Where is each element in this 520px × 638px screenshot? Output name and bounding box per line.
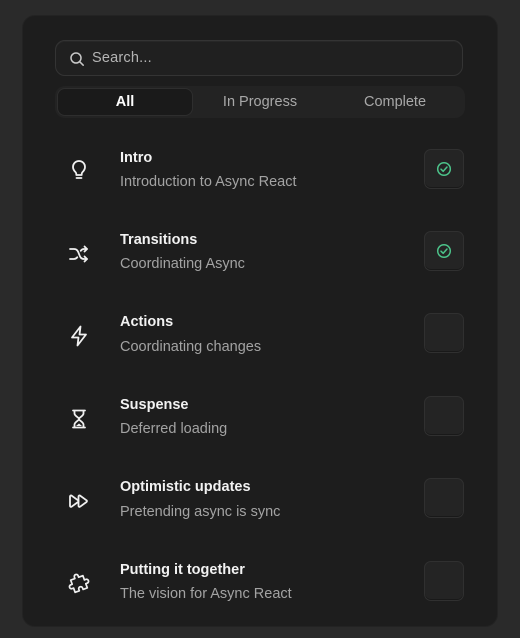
check-circle-icon: [436, 243, 452, 259]
lesson-panel: Search... All In Progress Complete Intro…: [23, 16, 497, 626]
tab-in-progress[interactable]: In Progress: [192, 88, 328, 116]
lesson-subtitle: Deferred loading: [120, 421, 228, 437]
complete-checkbox[interactable]: [424, 478, 464, 518]
shuffle-icon: [69, 245, 88, 263]
lesson-subtitle: Introduction to Async React: [120, 174, 297, 190]
complete-checkbox[interactable]: [424, 313, 464, 353]
lesson-title: Putting it together: [120, 562, 245, 578]
search-input[interactable]: Search...: [92, 50, 152, 66]
check-circle-icon: [436, 161, 452, 177]
lesson-title: Actions: [120, 314, 174, 330]
lesson-subtitle: Coordinating Async: [120, 256, 245, 272]
search-box[interactable]: Search...: [55, 40, 463, 76]
filter-tabs: All In Progress Complete: [55, 86, 465, 118]
complete-checkbox[interactable]: [424, 396, 464, 436]
lesson-title: Transitions: [120, 232, 198, 248]
complete-checkbox[interactable]: [424, 561, 464, 601]
tab-complete[interactable]: Complete: [327, 88, 463, 116]
lesson-subtitle: Coordinating changes: [120, 339, 262, 355]
complete-checkbox[interactable]: [424, 231, 464, 271]
search-icon: [70, 52, 84, 66]
lesson-title: Optimistic updates: [120, 479, 251, 495]
lesson-title: Suspense: [120, 397, 189, 413]
fast-forward-icon: [69, 494, 88, 508]
lightbulb-icon: [72, 160, 86, 179]
complete-checkbox[interactable]: [424, 149, 464, 189]
lesson-subtitle: The vision for Async React: [120, 586, 292, 602]
lesson-title: Intro: [120, 150, 153, 166]
hourglass-icon: [72, 409, 86, 429]
puzzle-icon: [68, 573, 90, 594]
lesson-subtitle: Pretending async is sync: [120, 504, 281, 520]
tab-all[interactable]: All: [57, 88, 193, 116]
lightning-icon: [71, 325, 87, 347]
